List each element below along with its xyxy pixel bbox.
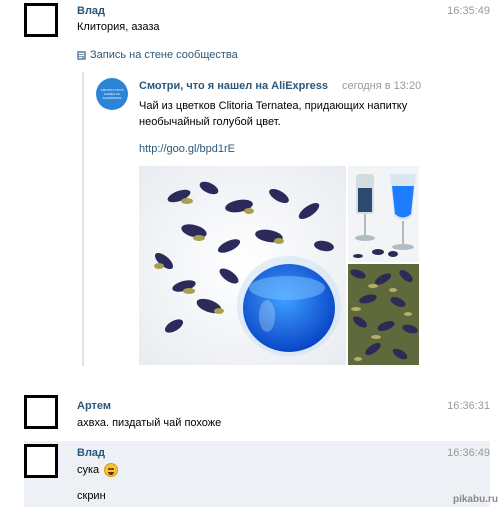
message-text: сука bbox=[77, 463, 119, 477]
post-photo-tea-cup[interactable] bbox=[139, 166, 346, 365]
laughing-emoji-icon bbox=[104, 463, 119, 477]
avatar-vlad[interactable] bbox=[24, 3, 58, 37]
message-text: ахвха. пиздатый чай похоже bbox=[77, 417, 222, 429]
message-text: Клитория, азаза bbox=[77, 21, 160, 33]
publisher-logo[interactable]: СМОТРИ ЧТО Я НАШЕЛ НА ALIEXPRESS bbox=[96, 78, 128, 110]
message-text-line: сука bbox=[77, 463, 100, 476]
avatar-artem[interactable] bbox=[24, 395, 58, 429]
post-text: Чай из цветков Clitoria Ternatea, придаю… bbox=[139, 100, 408, 128]
publisher-logo-text: СМОТРИ ЧТО Я НАШЕЛ НА ALIEXPRESS bbox=[100, 88, 124, 100]
wall-post-icon bbox=[77, 51, 86, 60]
message-time: 16:35:49 bbox=[447, 5, 490, 17]
watermark: pikabu.ru bbox=[452, 494, 498, 505]
message-author[interactable]: Влад bbox=[77, 5, 105, 17]
quote-bar bbox=[82, 72, 84, 366]
message-time: 16:36:49 bbox=[447, 447, 490, 459]
message-text-line-2: скрин bbox=[77, 490, 106, 502]
post-link[interactable]: http://goo.gl/bpd1rE bbox=[139, 143, 235, 155]
wall-post-label[interactable]: Запись на стене сообщества bbox=[90, 49, 238, 61]
post-date[interactable]: сегодня в 13:20 bbox=[342, 80, 421, 92]
post-photo-dried-flowers[interactable] bbox=[348, 264, 419, 365]
avatar-vlad[interactable] bbox=[24, 444, 58, 478]
message-author[interactable]: Влад bbox=[77, 447, 105, 459]
publisher-name[interactable]: Смотри, что я нашел на AliExpress bbox=[139, 80, 328, 92]
post-photo-tea-glasses[interactable] bbox=[348, 166, 419, 262]
message-time: 16:36:31 bbox=[447, 400, 490, 412]
message-author[interactable]: Артем bbox=[77, 400, 111, 412]
